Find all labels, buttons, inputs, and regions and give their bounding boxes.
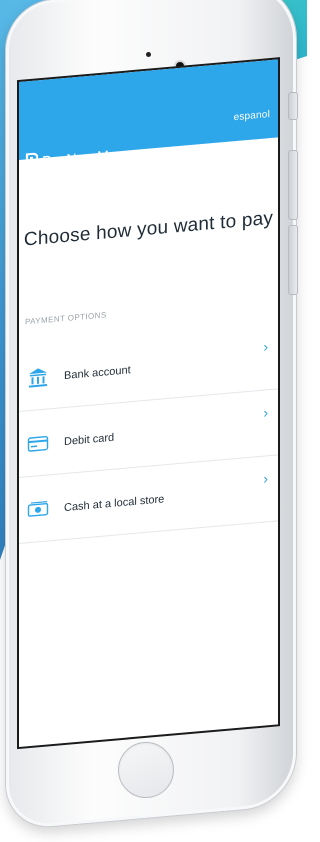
payment-options-label: PAYMENT OPTIONS <box>25 310 107 327</box>
divider <box>19 520 278 544</box>
bank-icon <box>27 365 49 389</box>
speaker <box>146 52 151 57</box>
option-label: Bank account <box>64 364 131 383</box>
chevron-right-icon: › <box>263 404 268 421</box>
mute-switch <box>288 92 298 120</box>
phone-screen: espanol PayNearMe Choose how you want to… <box>19 59 278 747</box>
volume-up-button <box>288 150 298 220</box>
chevron-right-icon: › <box>263 338 268 355</box>
volume-down-button <box>288 225 298 295</box>
home-button[interactable] <box>118 742 174 798</box>
chevron-right-icon: › <box>263 470 268 487</box>
card-icon <box>27 431 49 455</box>
option-label: Cash at a local store <box>64 493 165 515</box>
cash-icon <box>27 497 49 521</box>
paynearme-logo-icon <box>25 152 39 171</box>
option-label: Debit card <box>64 431 115 449</box>
page-title: Choose how you want to pay <box>23 207 274 251</box>
